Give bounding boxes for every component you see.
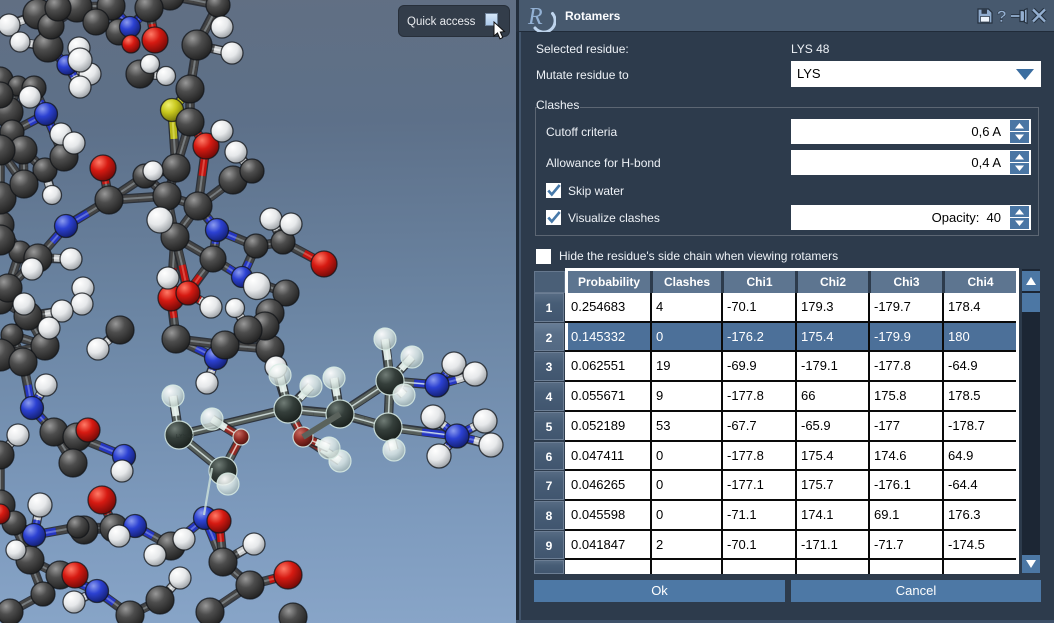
svg-text:R: R xyxy=(527,4,543,30)
svg-text:LYS48: LYS48 xyxy=(176,434,194,440)
svg-text:?: ? xyxy=(997,7,1007,25)
